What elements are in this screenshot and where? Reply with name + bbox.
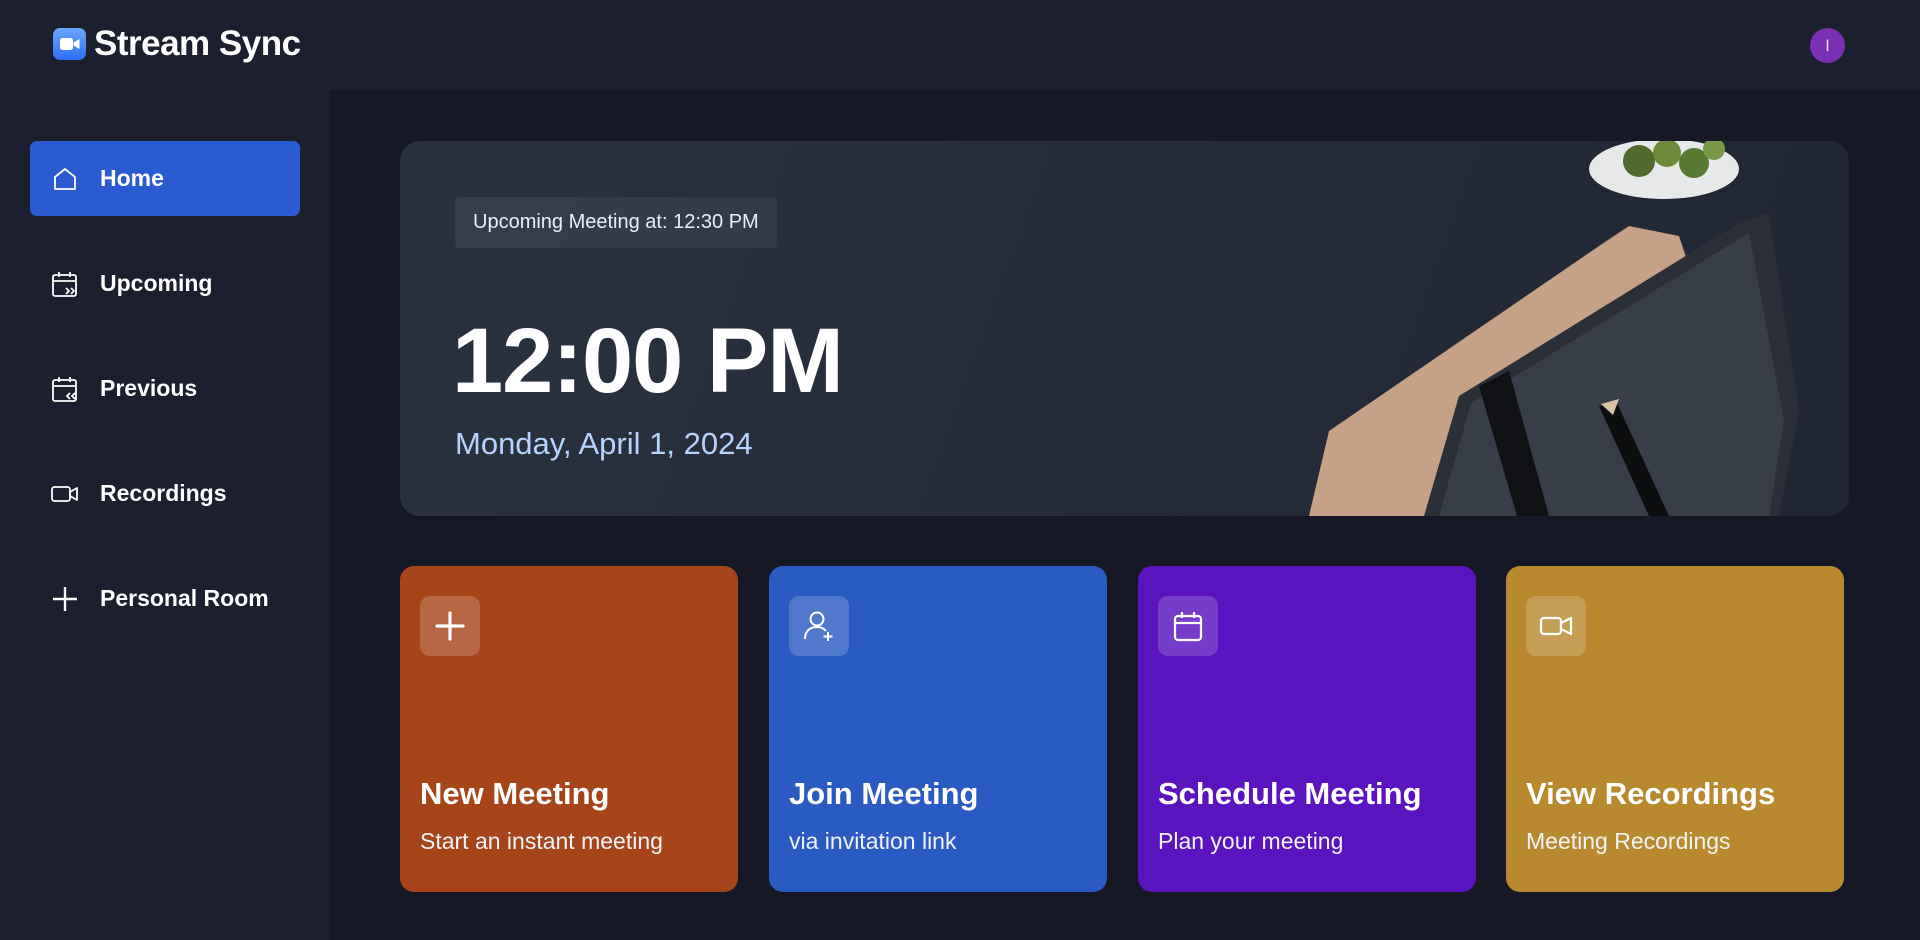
plus-icon	[420, 596, 480, 656]
sidebar-item-label: Previous	[100, 375, 198, 401]
card-subtitle: Start an instant meeting	[420, 828, 663, 854]
main-content: Upcoming Meeting at: 12:30 PM 12:00 PM M…	[330, 90, 1920, 940]
sidebar-item-recordings[interactable]: Recordings	[30, 456, 300, 531]
sidebar-item-label: Upcoming	[100, 270, 213, 296]
sidebar-item-label: Personal Room	[100, 585, 269, 611]
card-subtitle: Meeting Recordings	[1526, 828, 1731, 854]
sidebar-item-label: Home	[100, 165, 164, 191]
new-meeting-card[interactable]: New Meeting Start an instant meeting	[400, 566, 738, 892]
hero-banner: Upcoming Meeting at: 12:30 PM 12:00 PM M…	[400, 141, 1849, 516]
app-name: Stream Sync	[94, 24, 301, 63]
view-recordings-card[interactable]: View Recordings Meeting Recordings	[1506, 566, 1844, 892]
app-logo[interactable]: Stream Sync	[53, 24, 301, 63]
user-add-icon	[789, 596, 849, 656]
sidebar-item-personal-room[interactable]: Personal Room	[30, 561, 300, 636]
card-subtitle: via invitation link	[789, 828, 957, 854]
calendar-upcoming-icon	[50, 269, 80, 299]
video-icon	[50, 479, 80, 509]
desk-illustration	[1309, 141, 1799, 516]
upcoming-meeting-badge: Upcoming Meeting at: 12:30 PM	[455, 197, 777, 248]
sidebar-item-label: Recordings	[100, 480, 227, 506]
card-title: Schedule Meeting	[1158, 776, 1422, 811]
card-subtitle: Plan your meeting	[1158, 828, 1344, 854]
schedule-meeting-card[interactable]: Schedule Meeting Plan your meeting	[1138, 566, 1476, 892]
top-navbar: Stream Sync I	[0, 0, 1920, 90]
sidebar: Home Upcoming Previous Recordings Person…	[0, 90, 330, 940]
current-time: 12:00 PM	[452, 310, 844, 412]
card-title: New Meeting	[420, 776, 610, 811]
plus-icon	[50, 584, 80, 614]
user-avatar[interactable]: I	[1810, 28, 1845, 63]
calendar-previous-icon	[50, 374, 80, 404]
sidebar-item-upcoming[interactable]: Upcoming	[30, 246, 300, 321]
card-title: Join Meeting	[789, 776, 979, 811]
logo-camera-icon	[53, 28, 86, 60]
join-meeting-card[interactable]: Join Meeting via invitation link	[769, 566, 1107, 892]
video-icon	[1526, 596, 1586, 656]
sidebar-item-previous[interactable]: Previous	[30, 351, 300, 426]
home-icon	[50, 164, 80, 194]
sidebar-item-home[interactable]: Home	[30, 141, 300, 216]
card-title: View Recordings	[1526, 776, 1776, 811]
calendar-icon	[1158, 596, 1218, 656]
current-date: Monday, April 1, 2024	[455, 426, 753, 461]
